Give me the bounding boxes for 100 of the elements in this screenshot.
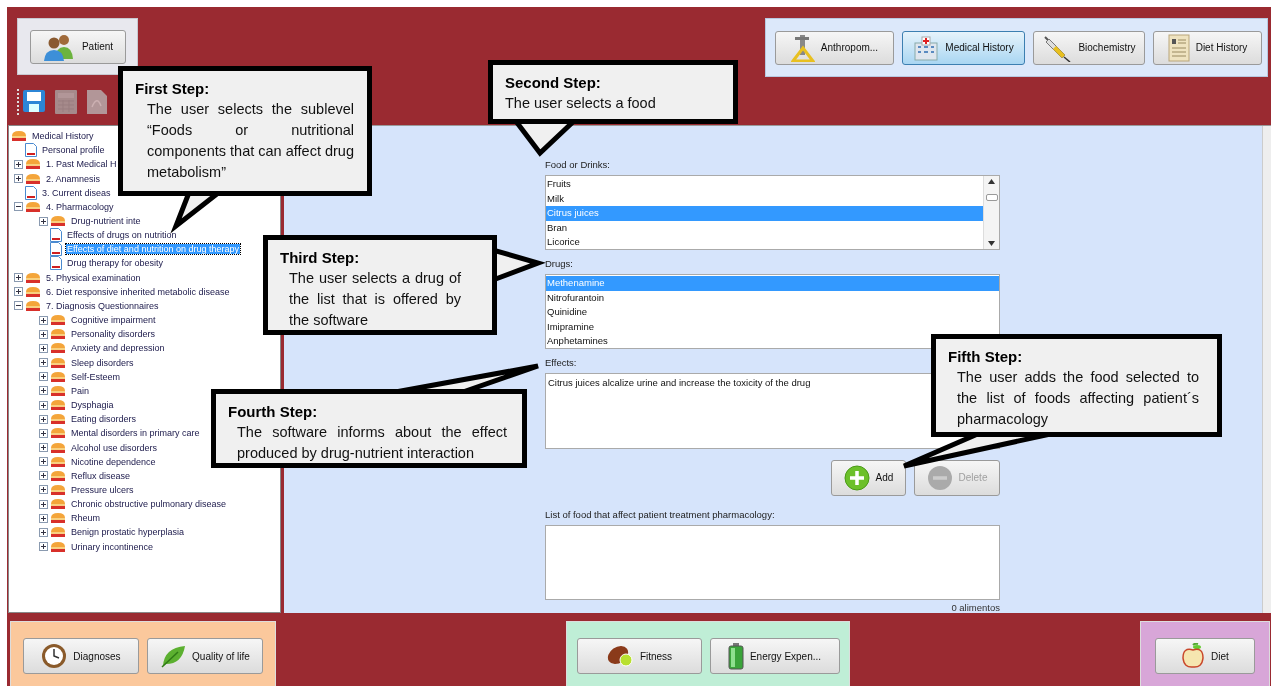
callout-text: The user selects a drug of the list that is offered by the software	[289, 269, 461, 330]
hospital-icon	[913, 34, 940, 61]
tree-item[interactable]: 6. Diet responsive inherited metabolic disease	[45, 286, 231, 297]
expand-icon[interactable]	[14, 159, 23, 169]
expand-icon[interactable]	[39, 400, 48, 410]
expand-icon[interactable]	[14, 287, 23, 297]
expand-icon[interactable]	[39, 372, 48, 382]
tree-item[interactable]: Eating disorders	[70, 414, 138, 425]
ball-icon	[605, 643, 634, 669]
expand-icon[interactable]	[39, 329, 48, 339]
caliper-icon	[790, 33, 815, 62]
list-item[interactable]: Milk	[546, 191, 566, 206]
module-button[interactable]: Energy Expen...	[709, 638, 840, 674]
folder-icon	[50, 455, 66, 468]
battery-icon	[727, 642, 744, 670]
expand-icon[interactable]	[39, 443, 48, 452]
tree-item[interactable]: Reflux disease	[70, 470, 132, 481]
plus-icon	[843, 464, 870, 491]
nav-tab[interactable]: Biochemistry	[1033, 30, 1145, 65]
scroll-up-icon[interactable]	[988, 179, 995, 184]
expand-icon[interactable]	[39, 471, 48, 481]
module-button[interactable]: Diet	[1155, 638, 1255, 674]
scrollbar[interactable]	[1262, 126, 1271, 613]
callout-title: Fifth Step:	[948, 347, 1024, 367]
nav-tab[interactable]: Medical History	[902, 30, 1025, 65]
tree-item[interactable]: Effects of drugs on nutrition	[66, 230, 178, 241]
expand-icon[interactable]	[39, 428, 48, 438]
tree-item[interactable]: 1. Past Medical H	[45, 159, 118, 170]
field-label: List of food that affect patient treatment pharmacology:	[545, 508, 775, 520]
list-item[interactable]: Bran	[546, 220, 570, 235]
tree-item[interactable]: Anxiety and depression	[70, 343, 166, 354]
tree-item[interactable]: Drug therapy for obesity	[66, 258, 165, 269]
list-item[interactable]: Fruits	[546, 177, 573, 192]
list-item[interactable]: Quinidine	[546, 305, 590, 320]
tree-item[interactable]: Benign prostatic hyperplasia	[70, 527, 186, 538]
tree-item[interactable]: Urinary incontinence	[70, 541, 155, 552]
module-button[interactable]: Fitness	[576, 638, 702, 674]
add-button[interactable]: Add	[831, 459, 906, 496]
expand-icon[interactable]	[39, 414, 48, 424]
tree-item[interactable]: 7. Diagnosis Questionnaires	[45, 300, 160, 311]
list-item[interactable]: Licorice	[546, 235, 582, 250]
list-item[interactable]: Anphetamines	[546, 334, 610, 349]
tree-item[interactable]: Rheum	[70, 513, 101, 524]
expand-icon[interactable]	[39, 457, 48, 467]
tree-item[interactable]: Pain	[70, 385, 90, 396]
tree-item[interactable]: Dysphagia	[70, 400, 115, 411]
scrollbar[interactable]	[983, 176, 999, 249]
drug-list[interactable]: Methenamine Nitrofurantoin Quinidine Imipramine Anphetamines	[545, 274, 1000, 349]
count-text: 0 alimentos	[950, 602, 1000, 613]
tree-item[interactable]: Mental disorders in primary care	[70, 428, 201, 439]
callout-text: The user selects the sublevel “Foods or nutritional components that can affect drug metabolism”	[147, 100, 354, 182]
expand-icon[interactable]	[39, 499, 48, 509]
tree-item[interactable]: Alcohol use disorders	[70, 442, 159, 453]
food-list[interactable]: Fruits Milk Citrus juices Bran Licorice	[545, 175, 1000, 250]
expand-icon[interactable]	[39, 386, 48, 396]
nav-tab[interactable]: Diet History	[1153, 30, 1262, 65]
expand-icon[interactable]	[14, 174, 23, 184]
expand-icon[interactable]	[39, 216, 48, 226]
list-item[interactable]: Imipramine	[546, 319, 596, 334]
expand-icon[interactable]	[39, 358, 48, 368]
tree-item[interactable]: 4. Pharmacology	[45, 201, 115, 212]
tree-item[interactable]: 3. Current diseas	[41, 187, 112, 198]
expand-icon[interactable]	[39, 485, 48, 495]
save-icon[interactable]	[22, 89, 46, 113]
expand-icon[interactable]	[39, 527, 48, 537]
tree-item[interactable]: Personal profile	[41, 145, 106, 156]
expand-icon[interactable]	[14, 273, 23, 283]
tree-item[interactable]: Personality disorders	[70, 329, 157, 340]
expand-icon[interactable]	[39, 542, 48, 552]
patient-button[interactable]: Patient	[29, 29, 126, 64]
folder-icon	[25, 299, 41, 312]
tree-item[interactable]: Nicotine dependence	[70, 456, 157, 467]
folder-icon	[50, 342, 66, 355]
module-button[interactable]: Quality of life	[147, 638, 263, 674]
scroll-thumb[interactable]	[985, 194, 998, 201]
expand-icon[interactable]	[39, 343, 48, 353]
expand-icon[interactable]	[39, 513, 48, 523]
tree-item[interactable]: Drug-nutrient inte	[70, 216, 142, 226]
field-label: Drugs:	[545, 258, 573, 269]
document-icon	[50, 242, 62, 257]
collapse-icon[interactable]	[14, 202, 23, 212]
food-list-field[interactable]	[545, 524, 1000, 600]
folder-icon	[50, 413, 66, 426]
tree-item[interactable]: Pressure ulcers	[70, 485, 135, 495]
module-button[interactable]: Diagnoses	[23, 638, 139, 674]
tree-item[interactable]: Self-Esteem	[70, 371, 122, 382]
document-icon	[1167, 33, 1190, 62]
tree-item[interactable]: Medical History	[31, 131, 95, 142]
list-item[interactable]: Nitrofurantoin	[546, 290, 607, 305]
tree-item[interactable]: Sleep disorders	[70, 357, 135, 368]
collapse-icon[interactable]	[14, 301, 23, 311]
folder-icon	[50, 399, 66, 412]
document-icon	[25, 185, 37, 200]
tree-item[interactable]: 2. Anamnesis	[45, 173, 102, 184]
tree-item[interactable]: Chronic obstructive pulmonary disease	[70, 499, 228, 510]
nav-tab[interactable]: Anthropom...	[775, 30, 894, 65]
tree-item[interactable]: Cognitive impairment	[70, 315, 157, 326]
scroll-down-icon[interactable]	[988, 241, 995, 246]
tree-item[interactable]: 5. Physical examination	[45, 272, 142, 283]
expand-icon[interactable]	[39, 315, 48, 325]
